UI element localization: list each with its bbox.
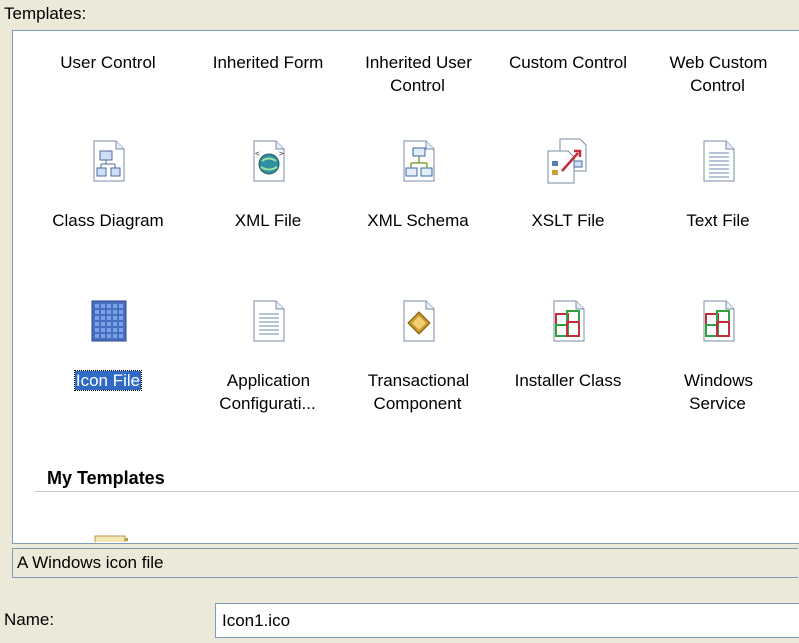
- xml-file-icon: < >: [244, 137, 292, 185]
- inherited-form-icon: [244, 31, 292, 35]
- name-label: Name:: [4, 610, 55, 629]
- xslt-file-icon: [544, 137, 592, 185]
- template-item-text: Web Custom Control: [669, 53, 768, 95]
- template-item-text: Class Diagram: [52, 211, 164, 230]
- my-templates-header: My Templates: [47, 468, 165, 488]
- template-item[interactable]: User Control: [33, 31, 183, 143]
- template-item[interactable]: Transactional Component: [343, 297, 493, 417]
- class-diagram-icon: [84, 137, 132, 185]
- template-item-label: Installer Class: [493, 369, 643, 392]
- template-item-text: Installer Class: [514, 371, 622, 390]
- template-item[interactable]: Icon File: [33, 297, 183, 417]
- icon-file-icon: [84, 297, 132, 345]
- template-item-text: User Control: [60, 53, 156, 72]
- template-item-text: Custom Control: [508, 53, 628, 72]
- template-item[interactable]: XML Schema: [343, 137, 493, 257]
- text-file-icon: [694, 137, 742, 185]
- template-item-label: XSLT File: [493, 209, 643, 232]
- template-item-text: Icon File: [73, 370, 143, 391]
- inherited-user-control-icon: [394, 31, 442, 35]
- template-item[interactable]: Installer Class: [493, 297, 643, 417]
- template-item-text: Text File: [686, 211, 750, 230]
- transactional-component-icon: [394, 297, 442, 345]
- template-item-label: XML File: [193, 209, 343, 232]
- template-item-label: User Control: [33, 51, 183, 74]
- template-item[interactable]: Web Custom Control: [643, 31, 793, 143]
- custom-control-icon: [544, 31, 592, 35]
- templates-label: Templates:: [4, 4, 87, 23]
- xml-schema-icon: [394, 137, 442, 185]
- template-item-label: Web Custom Control: [663, 51, 773, 97]
- template-item-label: Class Diagram: [33, 209, 183, 232]
- template-item-label: Transactional Component: [358, 369, 478, 415]
- templates-list[interactable]: User Control Inherited Form Inherited User…: [12, 30, 799, 544]
- template-item[interactable]: Text File: [643, 137, 793, 257]
- template-item-label: Inherited User Control: [363, 51, 473, 97]
- template-item-text: XSLT File: [531, 211, 605, 230]
- template-item-text: Inherited Form: [212, 53, 324, 72]
- template-item-label: Icon File: [33, 369, 183, 392]
- template-item-label: Custom Control: [493, 51, 643, 74]
- template-item-label: XML Schema: [343, 209, 493, 232]
- template-item-text: Application Configurati...: [219, 371, 316, 413]
- template-description: A Windows icon file: [12, 548, 798, 578]
- template-item[interactable]: Windows Service: [643, 297, 793, 417]
- template-item[interactable]: Inherited Form: [193, 31, 343, 143]
- web-custom-control-icon: [694, 31, 742, 35]
- template-item[interactable]: Inherited User Control: [343, 31, 493, 143]
- template-item-label: Windows Service: [673, 369, 763, 415]
- template-item-text: Transactional Component: [367, 371, 470, 413]
- template-item-text: XML Schema: [367, 211, 469, 230]
- template-item-label: Text File: [643, 209, 793, 232]
- section-divider: [35, 491, 799, 492]
- template-item[interactable]: XSLT File: [493, 137, 643, 257]
- partial-template-icon[interactable]: [93, 528, 133, 542]
- template-item[interactable]: Class Diagram: [33, 137, 183, 257]
- template-item-label: Application Configurati...: [213, 369, 323, 415]
- installer-class-icon: [544, 297, 592, 345]
- svg-text:>: >: [279, 149, 284, 158]
- app-config-icon: [244, 297, 292, 345]
- template-item-text: XML File: [234, 211, 302, 230]
- template-item[interactable]: Application Configurati...: [193, 297, 343, 417]
- template-item[interactable]: < > XML File: [193, 137, 343, 257]
- template-item[interactable]: Custom Control: [493, 31, 643, 143]
- windows-service-icon: [694, 297, 742, 345]
- template-item-text: Windows Service: [684, 371, 753, 413]
- template-item-text: Inherited User Control: [365, 53, 472, 95]
- svg-text:<: <: [255, 149, 260, 158]
- template-item-label: Inherited Form: [193, 51, 343, 74]
- name-field[interactable]: [215, 603, 799, 638]
- user-control-icon: [84, 31, 132, 35]
